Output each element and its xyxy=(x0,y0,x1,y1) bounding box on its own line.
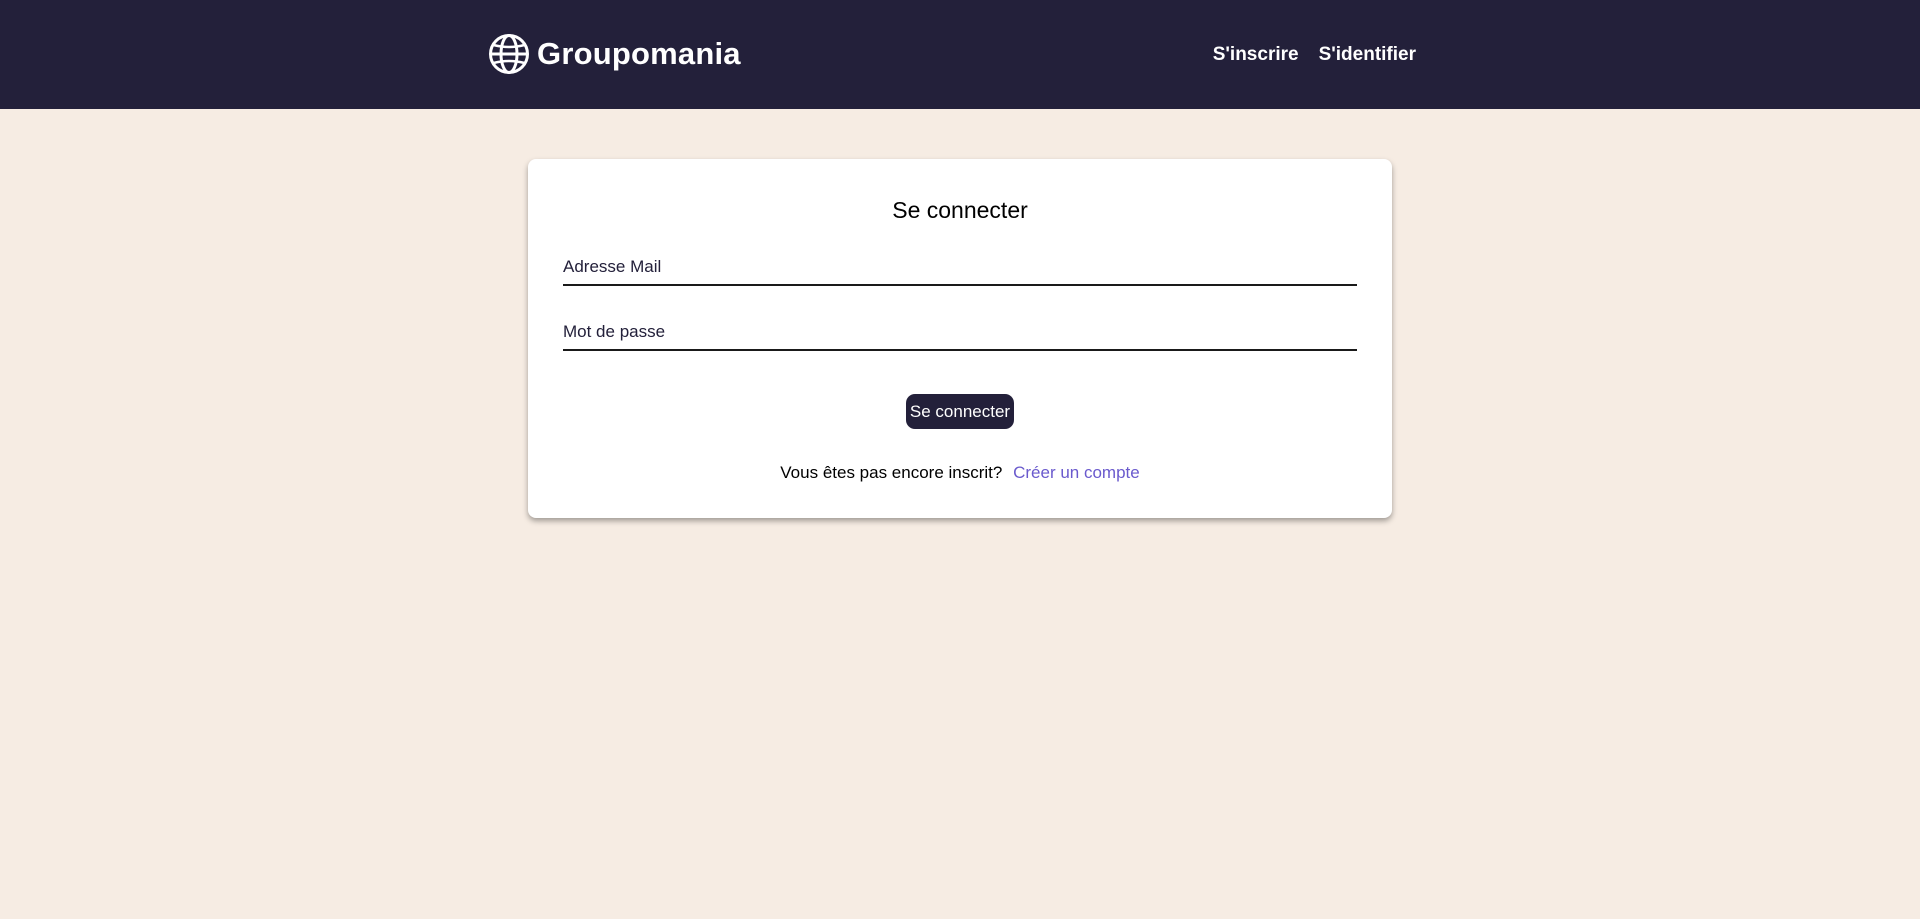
logo-text: Groupomania xyxy=(537,36,741,71)
password-input[interactable] xyxy=(563,320,1357,351)
globe-icon xyxy=(488,33,530,75)
login-title: Se connecter xyxy=(892,197,1028,223)
main-nav: S'inscrire S'identifier xyxy=(1213,41,1416,69)
create-account-link[interactable]: Créer un compte xyxy=(1013,463,1140,482)
signup-prompt-line: Vous êtes pas encore inscrit? Créer un c… xyxy=(528,461,1392,485)
login-card: Se connecter Se connecter Vous êtes pas … xyxy=(528,159,1392,518)
nav-login-link[interactable]: S'identifier xyxy=(1319,41,1416,69)
logo-link[interactable]: Groupomania xyxy=(488,33,741,75)
top-header: Groupomania S'inscrire S'identifier xyxy=(0,0,1920,109)
signup-prompt-text: Vous êtes pas encore inscrit? xyxy=(780,463,1003,482)
login-submit-button[interactable]: Se connecter xyxy=(906,394,1014,429)
nav-signup-link[interactable]: S'inscrire xyxy=(1213,41,1299,69)
email-input[interactable] xyxy=(563,255,1357,286)
